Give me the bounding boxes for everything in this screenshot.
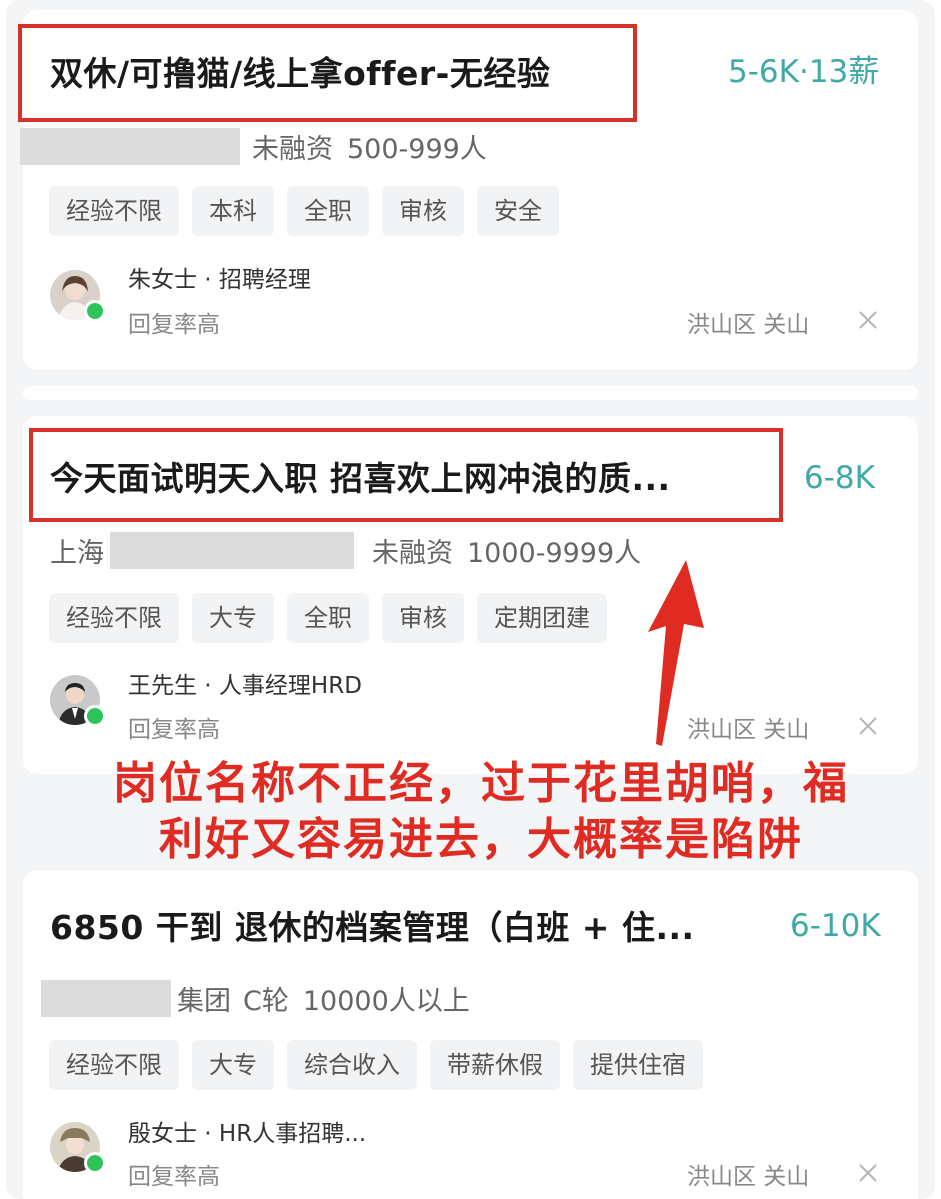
tag: 本科 — [192, 186, 274, 236]
tag: 定期团建 — [477, 593, 607, 643]
job-title[interactable]: 6850 干到 退休的档案管理（白班 + 住... — [50, 908, 695, 948]
recruiter-name: 殷女士 · HR人事招聘... — [128, 1121, 367, 1147]
arrow-up-icon — [648, 560, 704, 746]
company-type: 集团 — [177, 985, 231, 1017]
close-icon[interactable] — [856, 308, 880, 332]
company-info: 未融资 500-999人 — [20, 126, 487, 166]
tag: 大专 — [192, 593, 274, 643]
reply-rate: 回复率高 — [128, 312, 220, 338]
recruiter-avatar[interactable] — [50, 270, 106, 322]
company-name-redacted — [20, 127, 240, 165]
warning-annotation: 岗位名称不正经，过于花里胡哨，福 利好又容易进去，大概率是陷阱 — [46, 756, 916, 868]
company-size: 10000人以上 — [302, 985, 470, 1017]
annotation-line-2: 利好又容易进去，大概率是陷阱 — [159, 814, 803, 865]
company-size: 1000-9999人 — [467, 537, 642, 569]
job-title[interactable]: 今天面试明天入职 招喜欢上网冲浪的质... — [50, 459, 671, 499]
tag: 全职 — [287, 186, 369, 236]
tag: 审核 — [382, 593, 464, 643]
job-salary: 6-10K — [790, 908, 881, 944]
company-funding: 未融资 — [372, 537, 453, 569]
company-name-redacted — [110, 531, 354, 569]
annotation-line-1: 岗位名称不正经，过于花里胡哨，福 — [113, 758, 849, 809]
close-icon[interactable] — [856, 714, 880, 738]
job-tags: 经验不限 大专 全职 审核 定期团建 — [49, 593, 607, 643]
company-info: 上海 未融资 1000-9999人 — [50, 530, 641, 570]
job-tags: 经验不限 大专 综合收入 带薪休假 提供住宿 — [49, 1040, 703, 1090]
tag: 经验不限 — [49, 593, 179, 643]
close-icon[interactable] — [856, 1161, 880, 1185]
tag: 综合收入 — [287, 1040, 417, 1090]
tag: 带薪休假 — [430, 1040, 560, 1090]
tag: 经验不限 — [49, 1040, 179, 1090]
recruiter-name: 王先生 · 人事经理HRD — [128, 673, 362, 699]
job-list-screen: 双休/可撸猫/线上拿offer-无经验 5-6K·13薪 未融资 500-999… — [6, 0, 935, 1199]
tag: 大专 — [192, 1040, 274, 1090]
reply-rate: 回复率高 — [128, 717, 220, 743]
job-location: 洪山区 关山 — [687, 1164, 810, 1190]
company-size: 500-999人 — [347, 133, 487, 165]
tag: 全职 — [287, 593, 369, 643]
company-name-redacted — [41, 979, 171, 1017]
job-location: 洪山区 关山 — [687, 312, 810, 338]
tag: 审核 — [382, 186, 464, 236]
online-status-icon — [84, 300, 106, 322]
company-city: 上海 — [50, 537, 104, 569]
company-info: 集团 C轮 10000人以上 — [41, 978, 470, 1018]
job-salary: 6-8K — [804, 460, 875, 496]
tag: 经验不限 — [49, 186, 179, 236]
tag: 提供住宿 — [573, 1040, 703, 1090]
company-funding: 未融资 — [252, 133, 333, 165]
job-title[interactable]: 双休/可撸猫/线上拿offer-无经验 — [50, 54, 550, 94]
recruiter-avatar[interactable] — [50, 675, 106, 727]
job-salary: 5-6K·13薪 — [728, 54, 880, 90]
online-status-icon — [84, 1152, 106, 1174]
card-strip — [23, 386, 918, 400]
job-tags: 经验不限 本科 全职 审核 安全 — [49, 186, 559, 236]
online-status-icon — [84, 705, 106, 727]
recruiter-name: 朱女士 · 招聘经理 — [128, 267, 311, 293]
tag: 安全 — [477, 186, 559, 236]
reply-rate: 回复率高 — [128, 1164, 220, 1190]
recruiter-avatar[interactable] — [50, 1122, 106, 1174]
company-funding: C轮 — [243, 985, 289, 1017]
